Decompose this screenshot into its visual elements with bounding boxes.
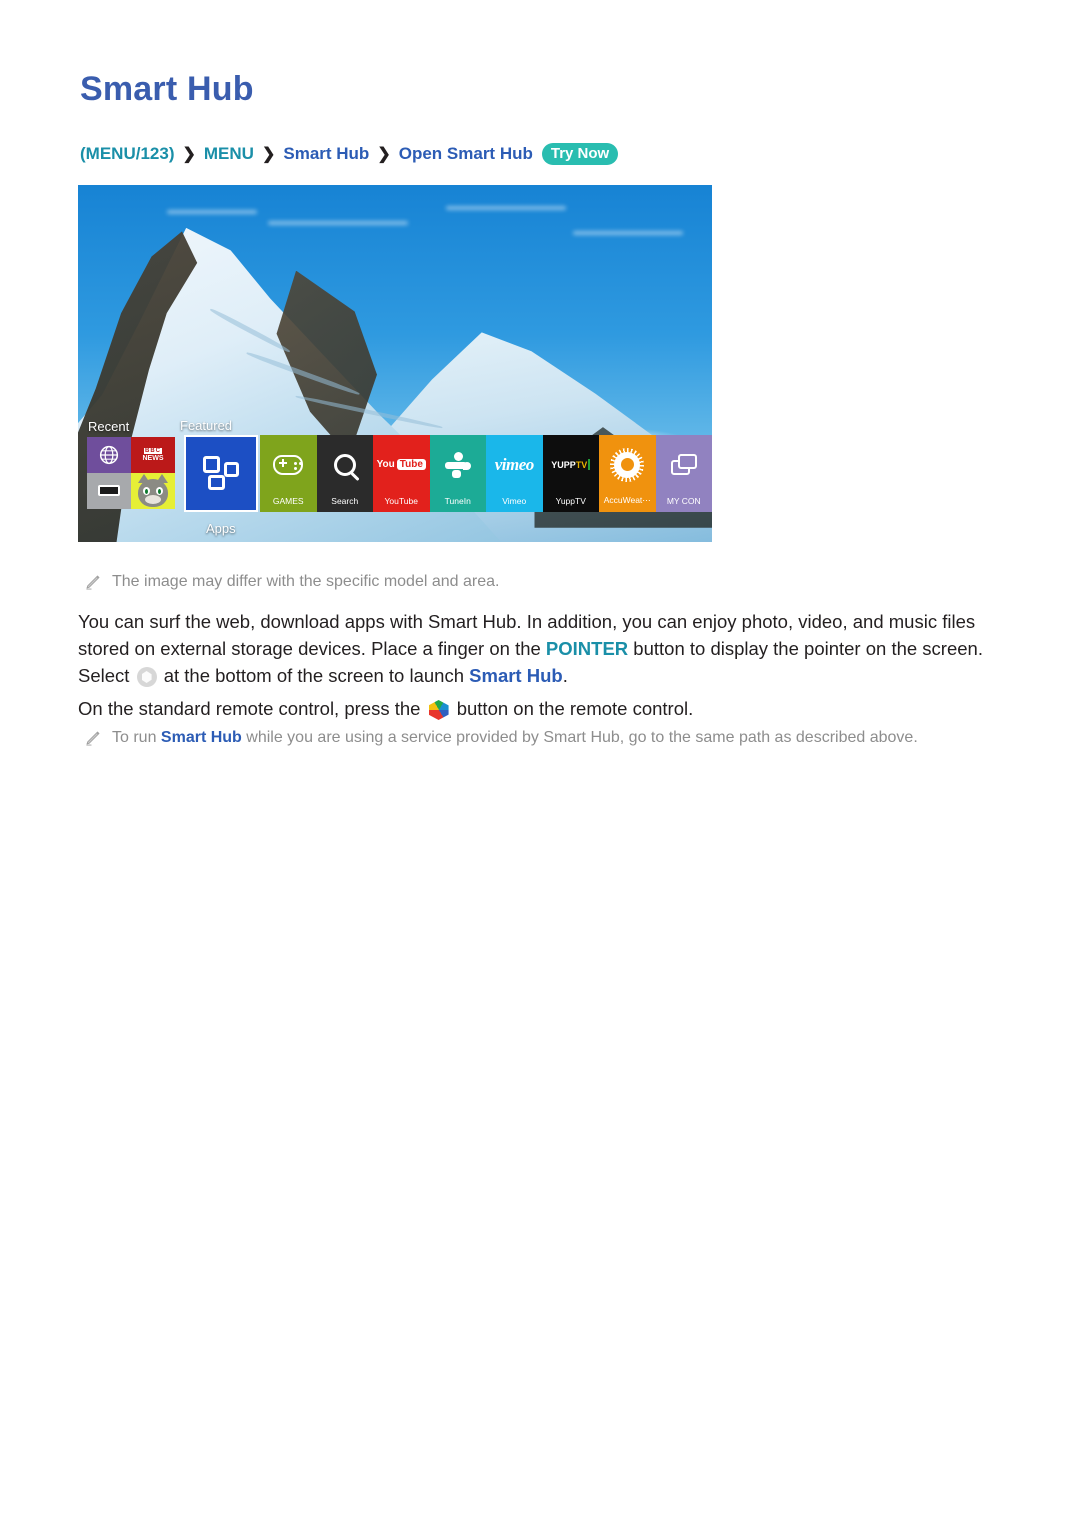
hdmi-icon [98, 485, 120, 497]
recent-tiles: BBC NEWS [87, 436, 175, 509]
page-title: Smart Hub [80, 70, 254, 108]
pointer-keyword: POINTER [545, 638, 629, 659]
app-tile-yupptv[interactable]: YUPP TV YuppTV [542, 434, 599, 512]
vimeo-logo-text: vimeo [494, 454, 535, 474]
vimeo-icon: vimeo [494, 445, 535, 485]
yupptv-tv-text: TV [575, 459, 588, 470]
app-tile-label: Vimeo [502, 495, 527, 506]
breadcrumb: ( MENU/123 ) ❯ MENU ❯ Smart Hub ❯ Open S… [80, 143, 619, 166]
cat-icon [134, 473, 172, 508]
paragraph1-part-c: at the bottom of the screen to launch [158, 665, 470, 686]
recent-tile-source-device[interactable] [87, 472, 131, 509]
folder-icon [670, 445, 697, 485]
paragraph2-part-a: On the standard remote control, press th… [78, 698, 426, 719]
youtube-tube-text: Tube [396, 459, 426, 471]
note2-prefix: To run [112, 729, 161, 746]
app-tile-label: TuneIn [444, 495, 471, 506]
smart-hub-overlay: Recent Featured Apps BBC NEWS GAMES Sear… [78, 185, 712, 542]
bbc-news-logo: BBC NEWS [143, 447, 164, 462]
sun-icon [610, 445, 645, 485]
note2-smart-hub-link[interactable]: Smart Hub [161, 729, 242, 746]
note-text: The image may differ with the specific m… [112, 573, 500, 590]
apps-tile-label: Apps [206, 520, 236, 536]
paragraph2-part-b: button on the remote control. [451, 698, 694, 719]
globe-icon [99, 445, 119, 464]
recent-tile-web-browser[interactable] [87, 436, 131, 473]
breadcrumb-item-menu123[interactable]: MENU/123 [86, 144, 169, 164]
app-tile-label: AccuWeat⋯ [603, 494, 651, 505]
breadcrumb-item-menu[interactable]: MENU [204, 144, 254, 164]
app-tile-label: MY CON [666, 495, 701, 506]
chevron-right-icon: ❯ [182, 146, 196, 164]
help-page: Smart Hub ( MENU/123 ) ❯ MENU ❯ Smart Hu… [0, 0, 1080, 1527]
app-tile-label: GAMES [272, 495, 304, 506]
featured-tile-apps[interactable] [184, 434, 258, 512]
yupptv-yupp-text: YUPP [551, 459, 576, 470]
tunein-icon [444, 445, 471, 485]
news-logo-text: NEWS [142, 454, 164, 462]
app-tile-label: YuppTV [555, 495, 586, 506]
gamepad-icon [273, 445, 304, 485]
pencil-icon [86, 575, 100, 590]
note-text: To run Smart Hub while you are using a s… [112, 726, 918, 749]
recent-tile-talking-tom[interactable] [131, 472, 175, 509]
body-paragraph-2: On the standard remote control, press th… [78, 695, 988, 722]
chevron-right-icon: ❯ [377, 146, 391, 164]
note-image-differ: The image may differ with the specific m… [84, 570, 984, 593]
breadcrumb-item-smart-hub[interactable]: Smart Hub [283, 144, 369, 164]
app-tile-search[interactable]: Search [316, 434, 373, 512]
magnifier-icon [333, 445, 356, 485]
recent-section-label: Recent [88, 418, 130, 434]
youtube-icon: You Tube [377, 445, 426, 485]
smart-hub-gray-icon [136, 667, 157, 687]
try-now-badge[interactable]: Try Now [541, 143, 619, 166]
featured-section-label: Featured [180, 417, 233, 433]
app-tile-label: Search [331, 495, 359, 506]
app-tile-youtube[interactable]: You Tube YouTube [373, 434, 430, 512]
recent-tile-bbc-news[interactable]: BBC NEWS [131, 436, 175, 473]
bbc-logo-text: BBC [144, 448, 162, 455]
yupptv-icon: YUPP TV [551, 445, 591, 485]
paragraph1-part-d: . [562, 665, 568, 686]
smart-hub-color-icon [428, 700, 449, 720]
breadcrumb-item-open-smart-hub[interactable]: Open Smart Hub [399, 144, 533, 164]
app-tile-label: YouTube [384, 495, 418, 506]
smart-hub-screenshot: Recent Featured Apps BBC NEWS GAMES Sear… [78, 185, 712, 542]
pencil-icon [86, 731, 100, 746]
app-tile-accuweather[interactable]: AccuWeat⋯ [599, 434, 656, 512]
note2-suffix: while you are using a service provided b… [241, 729, 918, 746]
app-tile-vimeo[interactable]: vimeo Vimeo [486, 434, 543, 512]
app-tile-my-contents[interactable]: MY CON [655, 434, 712, 512]
app-tiles-row: GAMES Search You Tube YouTube TuneIn vim… [260, 434, 712, 512]
smart-hub-keyword: Smart Hub [469, 665, 563, 686]
app-tile-tunein[interactable]: TuneIn [429, 434, 486, 512]
app-tile-games[interactable]: GAMES [260, 434, 317, 512]
chevron-right-icon: ❯ [261, 146, 276, 164]
note-run-smart-hub: To run Smart Hub while you are using a s… [84, 726, 1004, 749]
youtube-you-text: You [376, 459, 395, 471]
body-paragraph-1: You can surf the web, download apps with… [78, 608, 988, 689]
apps-blocks-icon [203, 456, 239, 491]
